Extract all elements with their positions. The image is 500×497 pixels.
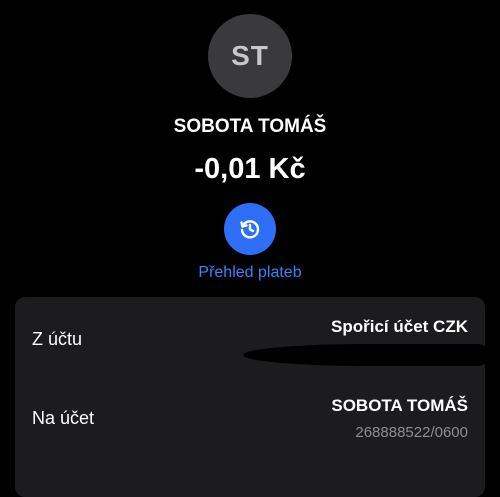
contact-name: SOBOTA TOMÁŠ xyxy=(173,116,327,137)
to-account-name: SOBOTA TOMÁŠ xyxy=(331,396,468,415)
avatar: ST xyxy=(208,14,292,98)
payment-history-link[interactable]: Přehled plateb xyxy=(0,264,500,282)
to-account-label: Na účet xyxy=(32,408,95,428)
to-account-number: 268888522/0600 xyxy=(355,424,468,441)
from-account-label: Z účtu xyxy=(32,329,83,349)
avatar-initials: ST xyxy=(231,40,269,71)
transaction-amount: -0,01 Kč xyxy=(194,153,306,185)
from-account-value: Spořicí účet CZK xyxy=(331,317,468,336)
transaction-details-card: Z účtu Spořicí účet CZK Na účet SOBOTA T… xyxy=(15,297,487,497)
history-icon xyxy=(240,220,260,239)
redacted-account-number xyxy=(243,344,487,366)
payment-history-button[interactable] xyxy=(224,203,276,255)
